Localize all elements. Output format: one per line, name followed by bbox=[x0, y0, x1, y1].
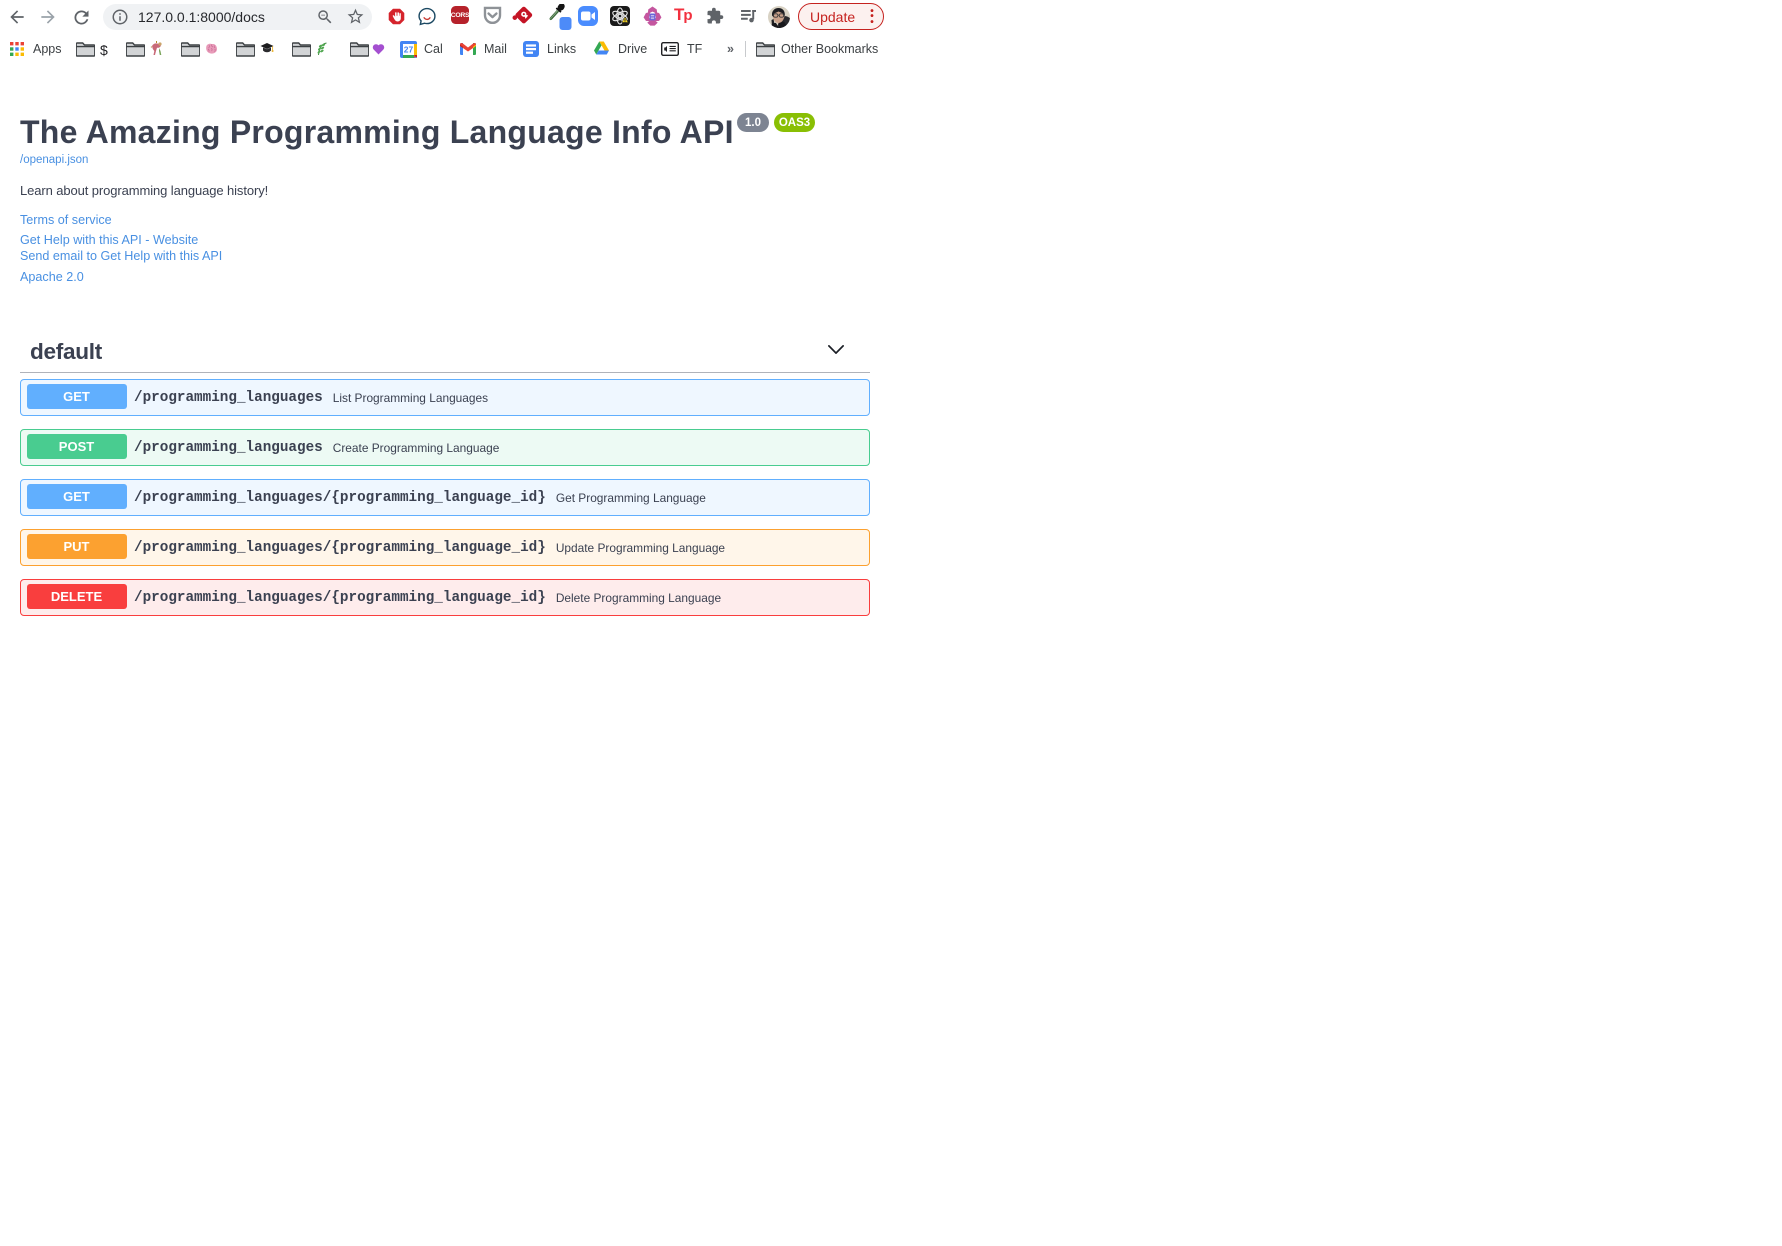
svg-text:27: 27 bbox=[404, 45, 414, 55]
